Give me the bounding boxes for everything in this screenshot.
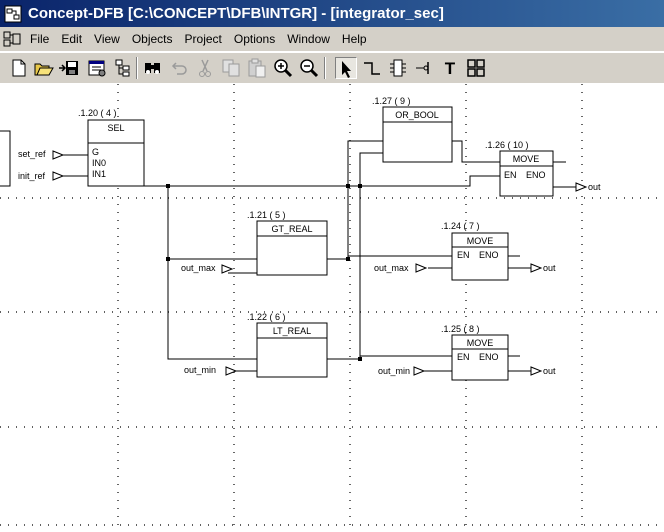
move-10-en: EN (504, 170, 517, 180)
move-7-block[interactable]: .1.24 ( 7 ) MOVE EN ENO (441, 221, 509, 281)
init-ref-label: init_ref (18, 171, 46, 181)
move-7-ref: .1.24 ( 7 ) (441, 221, 480, 231)
or-bool-ref: .1.27 ( 9 ) (372, 96, 411, 106)
out-bot-label: out (543, 366, 556, 376)
zoom-in-icon[interactable] (272, 57, 294, 79)
gt-real-block[interactable]: .1.21 ( 5 ) GT_REAL (247, 210, 328, 276)
block-icon[interactable] (465, 57, 487, 79)
gt-real-name: GT_REAL (271, 224, 312, 234)
app-icon (4, 5, 22, 22)
move-7-en: EN (457, 250, 470, 260)
out-max-input[interactable]: out_max (181, 263, 234, 274)
out-max-input-label: out_max (181, 263, 216, 273)
save-icon[interactable] (58, 57, 80, 79)
sel-pin-g: G (92, 147, 99, 157)
lt-real-ref: .1.22 ( 6 ) (247, 312, 286, 322)
document-window-icon[interactable] (3, 31, 21, 47)
copy-icon[interactable] (220, 57, 242, 79)
menu-bar: File Edit View Objects Project Options W… (0, 27, 664, 52)
find-icon[interactable] (142, 57, 164, 79)
undo-icon[interactable] (168, 57, 190, 79)
init-ref-input[interactable]: init_ref (18, 171, 65, 181)
lt-real-block[interactable]: .1.22 ( 6 ) LT_REAL (247, 312, 328, 378)
move-10-name: MOVE (513, 154, 540, 164)
pin-icon[interactable] (413, 57, 435, 79)
menu-file[interactable]: File (24, 32, 55, 46)
out-max-move-label: out_max (374, 263, 409, 273)
move-7-eno: ENO (479, 250, 499, 260)
out-mid-output[interactable]: out (530, 263, 556, 273)
move-8-eno: ENO (479, 352, 499, 362)
menu-help[interactable]: Help (336, 32, 373, 46)
out-mid-label: out (543, 263, 556, 273)
out-min-input[interactable]: out_min (184, 365, 238, 376)
sel-pin-in0: IN0 (92, 158, 106, 168)
menu-objects[interactable]: Objects (126, 32, 179, 46)
move-8-name: MOVE (467, 338, 494, 348)
new-icon[interactable] (8, 57, 30, 79)
move-7-name: MOVE (467, 236, 494, 246)
text-tool-glyph: T (445, 59, 456, 78)
out-top-label: out (588, 182, 601, 192)
open-icon[interactable] (33, 57, 55, 79)
toolbar: T (0, 52, 664, 84)
out-min-move-input[interactable]: out_min (378, 366, 426, 376)
gt-real-ref: .1.21 ( 5 ) (247, 210, 286, 220)
menu-project[interactable]: Project (179, 32, 228, 46)
menu-view[interactable]: View (88, 32, 126, 46)
menu-options[interactable]: Options (228, 32, 281, 46)
zoom-out-icon[interactable] (298, 57, 320, 79)
menu-window[interactable]: Window (281, 32, 336, 46)
paste-icon[interactable] (246, 57, 268, 79)
properties-icon[interactable] (86, 57, 108, 79)
set-ref-input[interactable]: set_ref (18, 149, 65, 160)
menu-edit[interactable]: Edit (55, 32, 88, 46)
move-8-ref: .1.25 ( 8 ) (441, 324, 480, 334)
or-bool-name: OR_BOOL (395, 110, 439, 120)
hierarchy-icon[interactable] (112, 57, 134, 79)
move-10-eno: ENO (526, 170, 546, 180)
move-8-block[interactable]: .1.25 ( 8 ) MOVE EN ENO (441, 324, 509, 381)
out-min-move-label: out_min (378, 366, 410, 376)
move-8-en: EN (457, 352, 470, 362)
or-bool-block[interactable]: .1.27 ( 9 ) OR_BOOL (372, 96, 453, 163)
title-bar: Concept-DFB [C:\CONCEPT\DFB\INTGR] - [in… (0, 0, 664, 27)
ffb-icon[interactable] (387, 57, 409, 79)
out-max-move-input[interactable]: out_max (374, 263, 428, 273)
diagram-canvas[interactable]: .1.20 ( 4 ) SEL G IN0 IN1 set_ref init_r… (0, 83, 664, 532)
set-ref-label: set_ref (18, 149, 46, 159)
select-pointer-icon[interactable] (335, 57, 357, 79)
move-10-ref: .1.26 ( 10 ) (485, 140, 529, 150)
sel-block-name: SEL (107, 123, 124, 133)
text-icon[interactable]: T (439, 57, 461, 79)
cut-icon[interactable] (194, 57, 216, 79)
out-bot-output[interactable]: out (530, 366, 556, 376)
sel-pin-in1: IN1 (92, 169, 106, 179)
sel-block-ref: .1.20 ( 4 ) (78, 108, 117, 118)
window-title: Concept-DFB [C:\CONCEPT\DFB\INTGR] - [in… (28, 5, 444, 22)
lt-real-name: LT_REAL (273, 326, 311, 336)
move-10-block[interactable]: .1.26 ( 10 ) MOVE EN ENO (485, 140, 554, 197)
link-icon[interactable] (361, 57, 383, 79)
sel-block[interactable]: .1.20 ( 4 ) SEL G IN0 IN1 (78, 108, 145, 187)
out-min-input-label: out_min (184, 365, 216, 375)
out-top-output[interactable]: out (575, 182, 601, 192)
